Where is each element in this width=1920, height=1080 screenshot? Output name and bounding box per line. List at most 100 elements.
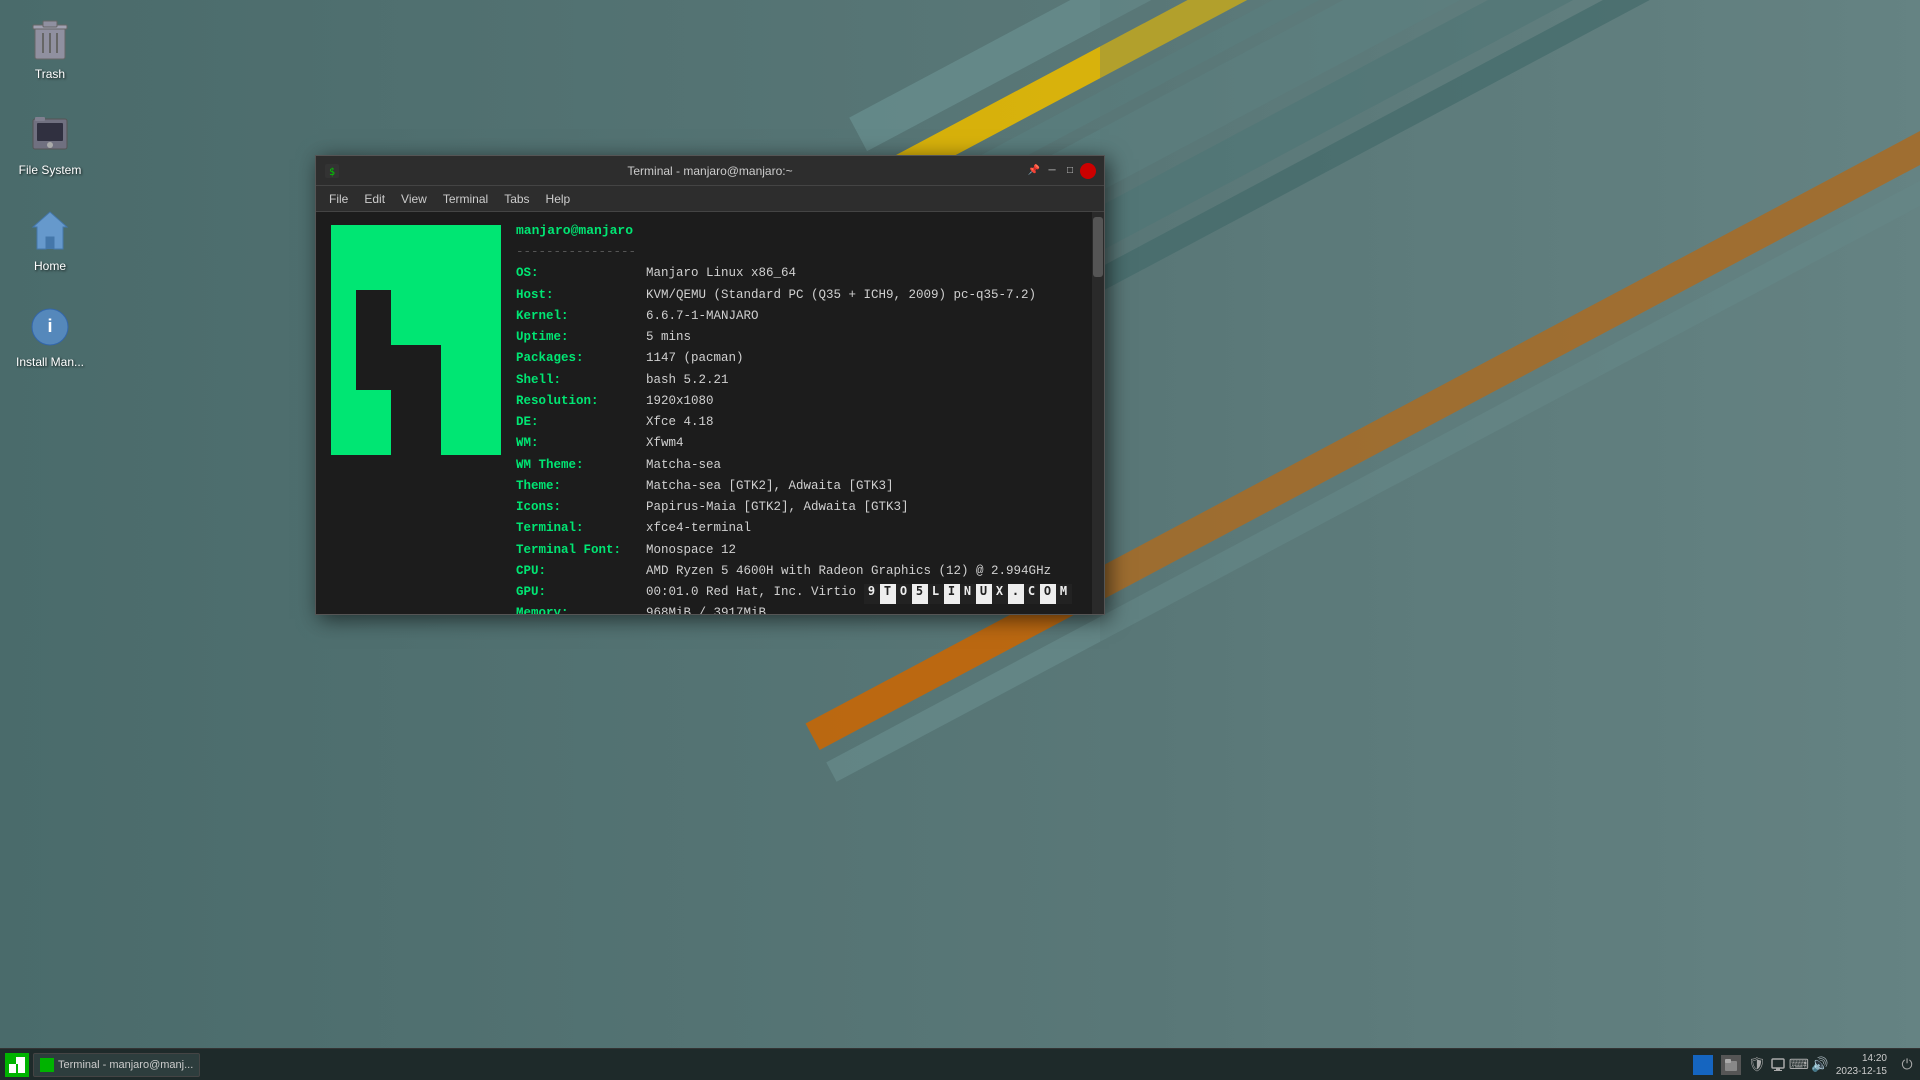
info-value: Matcha-sea [GTK2], Adwaita [GTK3] — [646, 476, 894, 497]
watermark-char: 5 — [912, 584, 928, 604]
close-button[interactable] — [1080, 163, 1096, 179]
info-value: KVM/QEMU (Standard PC (Q35 + ICH9, 2009)… — [646, 285, 1036, 306]
install-label: Install Man... — [16, 355, 84, 369]
info-key: Host: — [516, 285, 646, 306]
filesystem-icon-item[interactable]: File System — [10, 106, 90, 182]
info-line: DE: Xfce 4.18 — [516, 412, 1082, 433]
install-icon-item[interactable]: i Install Man... — [10, 298, 90, 374]
info-line: WM: Xfwm4 — [516, 433, 1082, 454]
info-line: Shell: bash 5.2.21 — [516, 370, 1082, 391]
info-value: 6.6.7-1-MANJARO — [646, 306, 759, 327]
info-value: 5 mins — [646, 327, 691, 348]
info-value: 1147 (pacman) — [646, 348, 744, 369]
taskbar-terminal-button[interactable]: Terminal - manjaro@manj... — [33, 1053, 200, 1077]
watermark-char: M — [1056, 584, 1072, 604]
taskbar-clock: 14:20 2023-12-15 — [1836, 1052, 1891, 1078]
watermark-char: L — [928, 584, 944, 604]
watermark-char: N — [960, 584, 976, 604]
keyboard-tray-icon[interactable]: ⌨ — [1791, 1057, 1807, 1073]
info-value: 1920x1080 — [646, 391, 714, 412]
install-icon: i — [26, 303, 74, 351]
terminal-window: $ Terminal - manjaro@manjaro:~ 📌 ─ □ Fil… — [315, 155, 1105, 615]
info-line: Terminal: xfce4-terminal — [516, 518, 1082, 539]
filesystem-label: File System — [19, 163, 82, 177]
terminal-title: Terminal - manjaro@manjaro:~ — [627, 164, 792, 178]
files-indicator[interactable] — [1721, 1055, 1741, 1075]
audio-tray-icon[interactable]: 🔊 — [1812, 1057, 1828, 1073]
watermark-char: O — [896, 584, 912, 604]
display-tray-icon[interactable] — [1770, 1057, 1786, 1073]
taskbar-right: 🛡 ⌨ 🔊 14:20 2023-12-15 — [1693, 1052, 1915, 1078]
security-tray-icon[interactable]: 🛡 — [1749, 1057, 1765, 1073]
watermark: 9TO5LINUX.COM — [864, 583, 1072, 604]
info-value: Papirus-Maia [GTK2], Adwaita [GTK3] — [646, 497, 909, 518]
svg-text:$: $ — [329, 167, 335, 178]
info-line: OS: Manjaro Linux x86_64 — [516, 263, 1082, 284]
taskbar-time: 14:20 — [1862, 1052, 1887, 1065]
terminal-titlebar: $ Terminal - manjaro@manjaro:~ 📌 ─ □ — [316, 156, 1104, 186]
menu-view[interactable]: View — [393, 190, 435, 208]
taskbar-terminal-icon — [40, 1058, 54, 1072]
info-key: Theme: — [516, 476, 646, 497]
maximize-button[interactable]: □ — [1062, 163, 1078, 179]
watermark-char: X — [992, 584, 1008, 604]
info-line: Icons: Papirus-Maia [GTK2], Adwaita [GTK… — [516, 497, 1082, 518]
info-value: Monospace 12 — [646, 540, 736, 561]
info-key: Uptime: — [516, 327, 646, 348]
menu-tabs[interactable]: Tabs — [496, 190, 537, 208]
watermark-char: T — [880, 584, 896, 604]
info-value: xfce4-terminal — [646, 518, 751, 539]
info-key: GPU: — [516, 582, 646, 603]
info-key: DE: — [516, 412, 646, 433]
menu-terminal[interactable]: Terminal — [435, 190, 496, 208]
terminal-content[interactable]: manjaro@manjaro ---------------- OS: Man… — [316, 212, 1092, 614]
start-button[interactable] — [5, 1053, 29, 1077]
info-value: Manjaro Linux x86_64 — [646, 263, 796, 284]
systray: 🛡 ⌨ 🔊 — [1749, 1057, 1828, 1073]
info-value: AMD Ryzen 5 4600H with Radeon Graphics (… — [646, 561, 1051, 582]
terminal-app-icon: $ — [324, 163, 340, 179]
info-line: Packages: 1147 (pacman) — [516, 348, 1082, 369]
info-key: Packages: — [516, 348, 646, 369]
terminal-scrollbar[interactable] — [1092, 212, 1104, 614]
info-key: OS: — [516, 263, 646, 284]
taskbar-terminal-label: Terminal - manjaro@manj... — [58, 1059, 193, 1071]
info-value: Matcha-sea — [646, 455, 721, 476]
watermark-char: C — [1024, 584, 1040, 604]
user-host-line: manjaro@manjaro — [516, 220, 1082, 242]
terminal-window-controls: 📌 ─ □ — [1026, 163, 1096, 179]
info-key: Icons: — [516, 497, 646, 518]
info-line: CPU: AMD Ryzen 5 4600H with Radeon Graph… — [516, 561, 1082, 582]
watermark-char: 9 — [864, 584, 880, 604]
scrollbar-thumb[interactable] — [1093, 217, 1103, 277]
info-line: Uptime: 5 mins — [516, 327, 1082, 348]
terminal-menubar: File Edit View Terminal Tabs Help — [316, 186, 1104, 212]
info-line: Theme: Matcha-sea [GTK2], Adwaita [GTK3] — [516, 476, 1082, 497]
power-tray-icon[interactable]: ⏻ — [1899, 1057, 1915, 1073]
info-key: WM: — [516, 433, 646, 454]
info-key: Terminal: — [516, 518, 646, 539]
terminal-system-info: manjaro@manjaro ---------------- OS: Man… — [506, 220, 1082, 606]
menu-edit[interactable]: Edit — [356, 190, 393, 208]
info-key: Resolution: — [516, 391, 646, 412]
desktop: Trash File System Home — [0, 0, 1920, 1080]
taskbar-date: 2023-12-15 — [1836, 1065, 1887, 1078]
svg-text:i: i — [47, 316, 52, 336]
menu-help[interactable]: Help — [538, 190, 579, 208]
menu-file[interactable]: File — [321, 190, 356, 208]
win-indicator[interactable] — [1693, 1055, 1713, 1075]
info-lines: OS: Manjaro Linux x86_64Host: KVM/QEMU (… — [516, 263, 1082, 614]
info-line: Memory: 968MiB / 3917MiB — [516, 603, 1082, 614]
pin-button[interactable]: 📌 — [1026, 163, 1042, 179]
watermark-char: . — [1008, 584, 1024, 604]
taskbar-left: Terminal - manjaro@manj... — [5, 1053, 200, 1077]
home-icon-item[interactable]: Home — [10, 202, 90, 278]
trash-icon — [26, 15, 74, 63]
info-value: Xfwm4 — [646, 433, 684, 454]
info-line: Resolution: 1920x1080 — [516, 391, 1082, 412]
minimize-button[interactable]: ─ — [1044, 163, 1060, 179]
manjaro-logo-art — [326, 220, 506, 606]
trash-icon-item[interactable]: Trash — [10, 10, 90, 86]
info-key: Terminal Font: — [516, 540, 646, 561]
info-value: Xfce 4.18 — [646, 412, 714, 433]
